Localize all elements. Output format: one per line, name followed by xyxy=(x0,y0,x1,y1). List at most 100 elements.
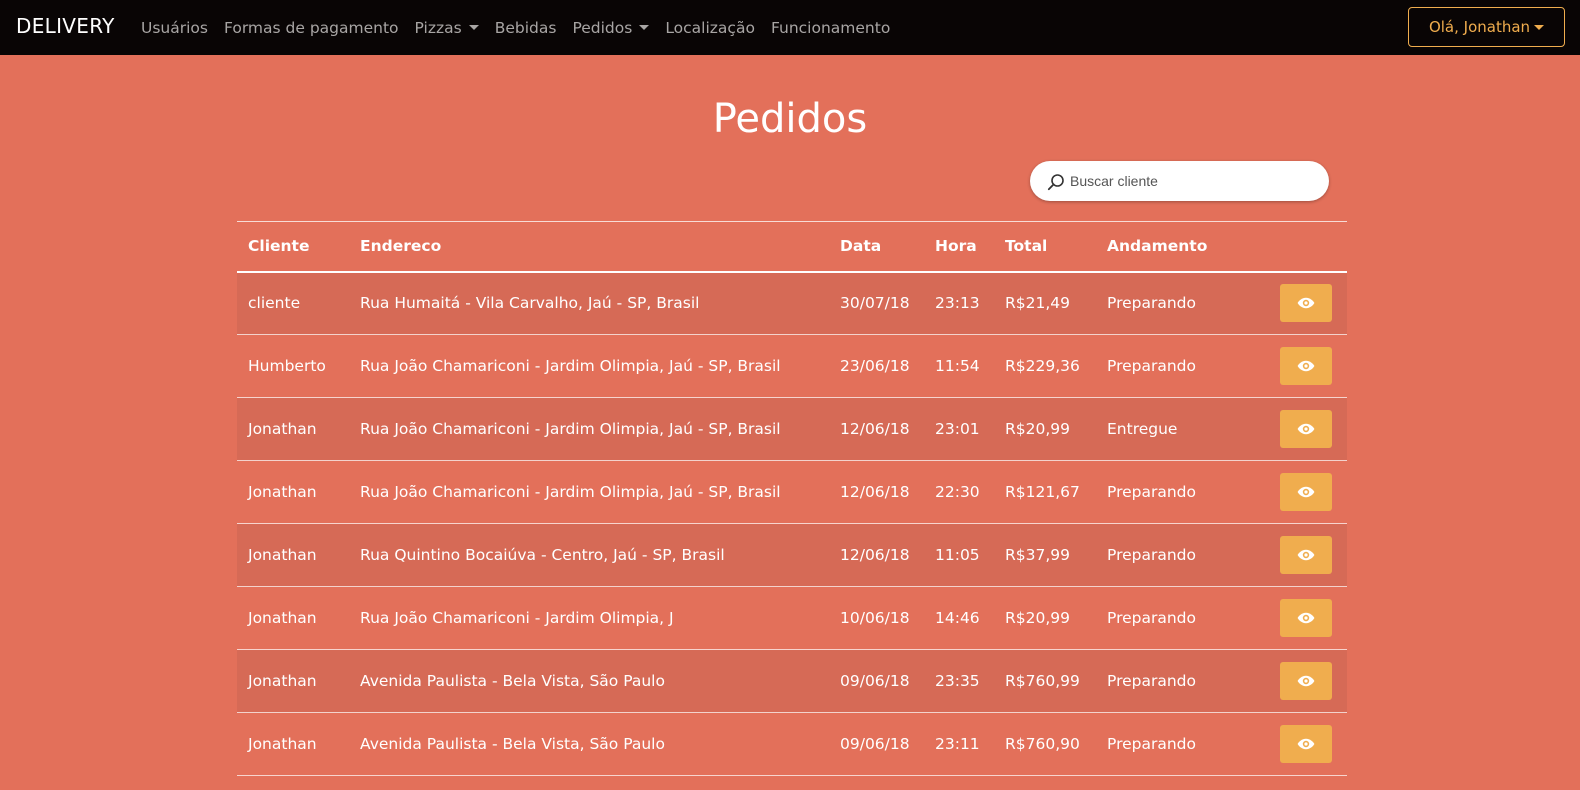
cell-actions xyxy=(1266,524,1347,587)
view-order-button[interactable] xyxy=(1280,347,1332,385)
cell-data: 09/06/18 xyxy=(840,672,910,690)
nav-item-bebidas[interactable]: Bebidas xyxy=(495,19,557,37)
eye-icon xyxy=(1297,612,1315,624)
table-row: Jonathan Rua João Chamariconi - Jardim Ol… xyxy=(237,587,1347,650)
cell-data: 12/06/18 xyxy=(840,546,910,564)
eye-icon xyxy=(1297,360,1315,372)
nav-item-label: Pizzas xyxy=(414,18,462,37)
eye-icon xyxy=(1297,675,1315,687)
user-menu-label: Olá, Jonathan xyxy=(1428,18,1531,36)
orders-table: Cliente Endereco Data Hora Total Andamen… xyxy=(237,221,1347,776)
cell-andamento: Preparando xyxy=(1107,483,1196,501)
table-row: Jonathan Avenida Paulista - Bela Vista, S… xyxy=(237,713,1347,776)
nav-item-funcionamento[interactable]: Funcionamento xyxy=(771,19,890,37)
table-row: Jonathan Avenida Paulista - Bela Vista, S… xyxy=(237,649,1347,713)
eye-icon xyxy=(1297,486,1315,498)
header-andamento: Andamento xyxy=(1107,237,1208,256)
nav-item-pizzas[interactable]: Pizzas xyxy=(415,19,479,37)
brand-logo[interactable]: DELIVERY xyxy=(16,14,115,38)
cell-cliente: Jonathan xyxy=(248,420,317,438)
cell-actions xyxy=(1266,272,1347,335)
nav-item-usuarios[interactable]: Usuários xyxy=(141,19,208,37)
cell-hora: 14:46 xyxy=(935,609,980,627)
user-menu-button[interactable]: Olá, Jonathan xyxy=(1408,7,1565,47)
cell-endereco: Rua João Chamariconi - Jardim Olimpia, J… xyxy=(360,420,781,438)
orders-table-container: Cliente Endereco Data Hora Total Andamen… xyxy=(237,221,1347,776)
page-title: Pedidos xyxy=(712,96,868,142)
cell-hora: 23:35 xyxy=(935,672,980,690)
cell-endereco: Avenida Paulista - Bela Vista, São Paulo xyxy=(360,735,665,753)
cell-andamento: Preparando xyxy=(1107,735,1196,753)
table-row: Humberto Rua João Chamariconi - Jardim Ol… xyxy=(237,335,1347,398)
view-order-button[interactable] xyxy=(1280,284,1332,323)
cell-total: R$20,99 xyxy=(1005,420,1071,438)
table-row: Jonathan Rua João Chamariconi - Jardim Ol… xyxy=(237,461,1347,524)
eye-icon xyxy=(1297,549,1315,561)
eye-icon xyxy=(1297,423,1315,435)
eye-icon xyxy=(1297,738,1315,750)
view-order-button[interactable] xyxy=(1280,473,1332,511)
nav-menu: Usuários Formas de pagamento Pizzas Bebidas… xyxy=(141,0,906,55)
header-data: Data xyxy=(840,237,882,256)
table-row: Jonathan Rua Quintino Bocaiúva - Centro, … xyxy=(237,523,1347,587)
cell-total: R$37,99 xyxy=(1005,546,1071,564)
cell-total: R$760,99 xyxy=(1005,672,1080,690)
cell-total: R$229,36 xyxy=(1005,357,1080,375)
nav-item-label: Bebidas xyxy=(494,18,557,37)
search-input[interactable] xyxy=(1070,167,1320,195)
cell-cliente: Jonathan xyxy=(248,609,317,627)
cell-endereco: Rua João Chamariconi - Jardim Olimpia, J xyxy=(360,609,674,627)
cell-data: 30/07/18 xyxy=(840,294,910,313)
cell-cliente: Jonathan xyxy=(248,546,317,564)
cell-andamento: Preparando xyxy=(1107,672,1196,690)
table-row: Jonathan Rua João Chamariconi - Jardim Ol… xyxy=(237,397,1347,461)
cell-andamento: Preparando xyxy=(1107,294,1196,313)
cell-andamento: Preparando xyxy=(1107,609,1196,627)
view-order-button[interactable] xyxy=(1280,410,1332,448)
cell-cliente: Jonathan xyxy=(248,483,317,501)
header-cliente: Cliente xyxy=(248,237,310,256)
table-row: cliente Rua Humaitá - Vila Carvalho, Jaú … xyxy=(237,271,1347,335)
view-order-button[interactable] xyxy=(1280,599,1332,637)
nav-item-formas-de-pagamento[interactable]: Formas de pagamento xyxy=(224,19,399,37)
nav-item-localizacao[interactable]: Localização xyxy=(665,19,755,37)
cell-hora: 11:05 xyxy=(935,546,980,564)
chevron-down-icon xyxy=(639,25,650,30)
cell-hora: 23:01 xyxy=(935,420,980,438)
nav-item-label: Usuários xyxy=(141,18,208,37)
cell-actions xyxy=(1266,398,1347,461)
cell-data: 12/06/18 xyxy=(840,420,910,438)
cell-cliente: Jonathan xyxy=(248,672,317,690)
cell-endereco: Avenida Paulista - Bela Vista, São Paulo xyxy=(360,672,665,690)
nav-item-label: Formas de pagamento xyxy=(223,18,399,37)
cell-andamento: Preparando xyxy=(1107,546,1196,564)
search-icon xyxy=(1047,174,1064,191)
nav-item-pedidos[interactable]: Pedidos xyxy=(572,19,650,37)
view-order-button[interactable] xyxy=(1280,662,1332,700)
table-body: cliente Rua Humaitá - Vila Carvalho, Jaú … xyxy=(237,271,1347,776)
cell-hora: 23:13 xyxy=(935,294,980,313)
cell-cliente: Humberto xyxy=(248,357,326,375)
cell-hora: 23:11 xyxy=(935,735,980,753)
cell-hora: 11:54 xyxy=(935,357,980,375)
table-header-row: Cliente Endereco Data Hora Total Andamen… xyxy=(237,221,1347,272)
cell-endereco: Rua João Chamariconi - Jardim Olimpia, J… xyxy=(360,357,781,375)
cell-cliente: cliente xyxy=(248,294,301,313)
header-total: Total xyxy=(1005,237,1048,256)
cell-actions xyxy=(1266,461,1347,524)
cell-andamento: Entregue xyxy=(1107,420,1178,438)
cell-data: 23/06/18 xyxy=(840,357,910,375)
eye-icon xyxy=(1297,298,1315,309)
search-box xyxy=(1030,161,1329,201)
cell-actions xyxy=(1266,713,1347,776)
view-order-button[interactable] xyxy=(1280,536,1332,574)
cell-actions xyxy=(1266,587,1347,650)
view-order-button[interactable] xyxy=(1280,725,1332,763)
nav-item-label: Funcionamento xyxy=(770,18,891,37)
cell-endereco: Rua Quintino Bocaiúva - Centro, Jaú - SP… xyxy=(360,546,725,564)
nav-item-label: Localização xyxy=(665,18,755,37)
cell-hora: 22:30 xyxy=(935,483,980,501)
cell-actions xyxy=(1266,650,1347,713)
cell-data: 10/06/18 xyxy=(840,609,910,627)
chevron-down-icon xyxy=(468,25,479,30)
